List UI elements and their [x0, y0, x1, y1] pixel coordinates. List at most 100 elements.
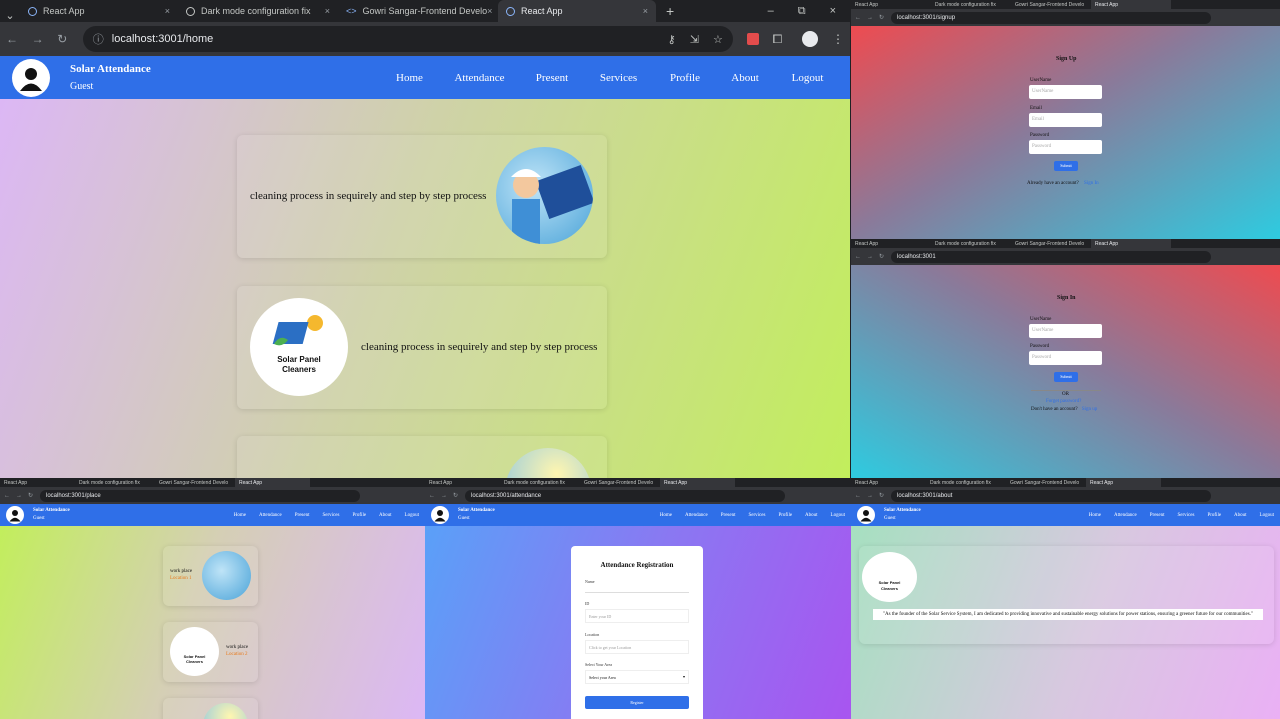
signup-link[interactable]: Sign up: [1082, 407, 1097, 412]
nav-about[interactable]: About: [379, 513, 392, 518]
password-input[interactable]: Password: [1029, 351, 1102, 365]
minimize-icon[interactable]: –: [768, 0, 774, 22]
back-icon[interactable]: ←: [429, 493, 441, 499]
new-tab-icon[interactable]: +: [656, 0, 684, 22]
url-bar[interactable]: localhost:3001/signup: [891, 11, 1211, 24]
area-select[interactable]: Select your Area ▾: [585, 670, 689, 684]
tab-active[interactable]: React App: [660, 478, 735, 487]
close-icon[interactable]: ×: [487, 6, 492, 16]
nav-attendance[interactable]: Attendance: [685, 513, 708, 518]
nav-home[interactable]: Home: [382, 72, 437, 84]
tab[interactable]: React App: [425, 478, 500, 487]
location-input[interactable]: Click to get your Location: [585, 640, 689, 654]
reload-icon[interactable]: ↻: [879, 492, 891, 499]
reload-icon[interactable]: ↻: [453, 492, 465, 499]
tab-gowri[interactable]: <> Gowri Sangar-Frontend Develo ×: [338, 0, 498, 22]
nav-attendance[interactable]: Attendance: [437, 72, 522, 84]
tab[interactable]: Dark mode configuration fix: [931, 239, 1011, 248]
profile-avatar-icon[interactable]: [802, 31, 818, 47]
forward-icon[interactable]: →: [32, 32, 58, 46]
tab[interactable]: React App: [851, 239, 931, 248]
nav-present[interactable]: Present: [522, 72, 582, 84]
tab-dark-mode[interactable]: Dark mode configuration fix ×: [178, 0, 338, 22]
url-bar[interactable]: ⓘ localhost:3001/home ⚷ ⇲ ☆: [82, 26, 733, 52]
nav-profile[interactable]: Profile: [1207, 513, 1221, 518]
tab[interactable]: Gowri Sangar-Frontend Develo: [580, 478, 660, 487]
username-input[interactable]: UserName: [1029, 324, 1102, 338]
tab[interactable]: Dark mode configuration fix: [931, 0, 1011, 9]
nav-home[interactable]: Home: [234, 513, 246, 518]
tab[interactable]: React App: [0, 478, 75, 487]
extensions-icon[interactable]: ⧠: [773, 32, 783, 47]
menu-icon[interactable]: ⋮: [832, 32, 844, 46]
submit-button[interactable]: Submit: [1054, 372, 1078, 382]
close-window-icon[interactable]: ×: [830, 0, 836, 22]
submit-button[interactable]: Submit: [1054, 161, 1078, 171]
tab-react-app-1[interactable]: React App ×: [20, 0, 178, 22]
nav-logout[interactable]: Logout: [831, 513, 845, 518]
password-input[interactable]: Password: [1029, 140, 1102, 154]
tab-active[interactable]: React App: [1086, 478, 1161, 487]
nav-home[interactable]: Home: [660, 513, 672, 518]
nav-logout[interactable]: Logout: [405, 513, 419, 518]
tab-active[interactable]: React App: [1091, 239, 1171, 248]
nav-about[interactable]: About: [1234, 513, 1247, 518]
back-icon[interactable]: ←: [4, 493, 16, 499]
nav-about[interactable]: About: [715, 72, 775, 84]
nav-attendance[interactable]: Attendance: [1114, 513, 1137, 518]
forgot-password-link[interactable]: Forget password?: [1046, 399, 1081, 404]
username-input[interactable]: UserName: [1029, 85, 1102, 99]
name-input[interactable]: [585, 586, 689, 593]
close-icon[interactable]: ×: [325, 6, 330, 16]
password-key-icon[interactable]: ⚷: [668, 33, 676, 46]
forward-icon[interactable]: →: [441, 493, 453, 499]
tab[interactable]: Gowri Sangar-Frontend Develo: [1011, 0, 1091, 9]
nav-about[interactable]: About: [805, 513, 818, 518]
tab-search-icon[interactable]: ⌄: [0, 9, 20, 22]
reload-icon[interactable]: ↻: [28, 492, 40, 499]
tab-react-app-active[interactable]: React App ×: [498, 0, 656, 22]
nav-home[interactable]: Home: [1089, 513, 1101, 518]
email-input[interactable]: Email: [1029, 113, 1102, 127]
install-icon[interactable]: ⇲: [690, 33, 699, 46]
reload-icon[interactable]: ↻: [57, 32, 83, 46]
back-icon[interactable]: ←: [855, 493, 867, 499]
nav-attendance[interactable]: Attendance: [259, 513, 282, 518]
close-icon[interactable]: ×: [643, 6, 648, 16]
url-bar[interactable]: localhost:3001/place: [40, 489, 360, 502]
nav-profile[interactable]: Profile: [655, 72, 715, 84]
forward-icon[interactable]: →: [867, 15, 879, 21]
nav-services[interactable]: Services: [1177, 513, 1194, 518]
back-icon[interactable]: ←: [855, 15, 867, 21]
tab[interactable]: Gowri Sangar-Frontend Develo: [1006, 478, 1086, 487]
forward-icon[interactable]: →: [16, 493, 28, 499]
restore-icon[interactable]: ⧉: [798, 0, 806, 22]
signin-link[interactable]: Sign In: [1084, 181, 1099, 186]
id-input[interactable]: Enter your ID: [585, 609, 689, 623]
forward-icon[interactable]: →: [867, 493, 879, 499]
nav-present[interactable]: Present: [1150, 513, 1165, 518]
nav-present[interactable]: Present: [295, 513, 310, 518]
tab[interactable]: React App: [851, 478, 926, 487]
tab[interactable]: Dark mode configuration fix: [75, 478, 155, 487]
register-button[interactable]: Register: [585, 696, 689, 709]
tab[interactable]: Dark mode configuration fix: [926, 478, 1006, 487]
site-info-icon[interactable]: ⓘ: [93, 31, 104, 47]
back-icon[interactable]: ←: [6, 32, 32, 46]
tab[interactable]: Gowri Sangar-Frontend Develo: [1011, 239, 1091, 248]
tab[interactable]: Gowri Sangar-Frontend Develo: [155, 478, 235, 487]
nav-profile[interactable]: Profile: [352, 513, 366, 518]
tab[interactable]: Dark mode configuration fix: [500, 478, 580, 487]
reload-icon[interactable]: ↻: [879, 253, 891, 260]
url-bar[interactable]: localhost:3001/about: [891, 489, 1211, 502]
back-icon[interactable]: ←: [855, 254, 867, 260]
nav-services[interactable]: Services: [322, 513, 339, 518]
bookmark-star-icon[interactable]: ☆: [713, 33, 723, 46]
tab-active[interactable]: React App: [235, 478, 310, 487]
url-bar[interactable]: localhost:3001: [891, 250, 1211, 263]
nav-logout[interactable]: Logout: [775, 72, 840, 84]
tab[interactable]: React App: [851, 0, 931, 9]
nav-present[interactable]: Present: [721, 513, 736, 518]
nav-profile[interactable]: Profile: [778, 513, 792, 518]
forward-icon[interactable]: →: [867, 254, 879, 260]
